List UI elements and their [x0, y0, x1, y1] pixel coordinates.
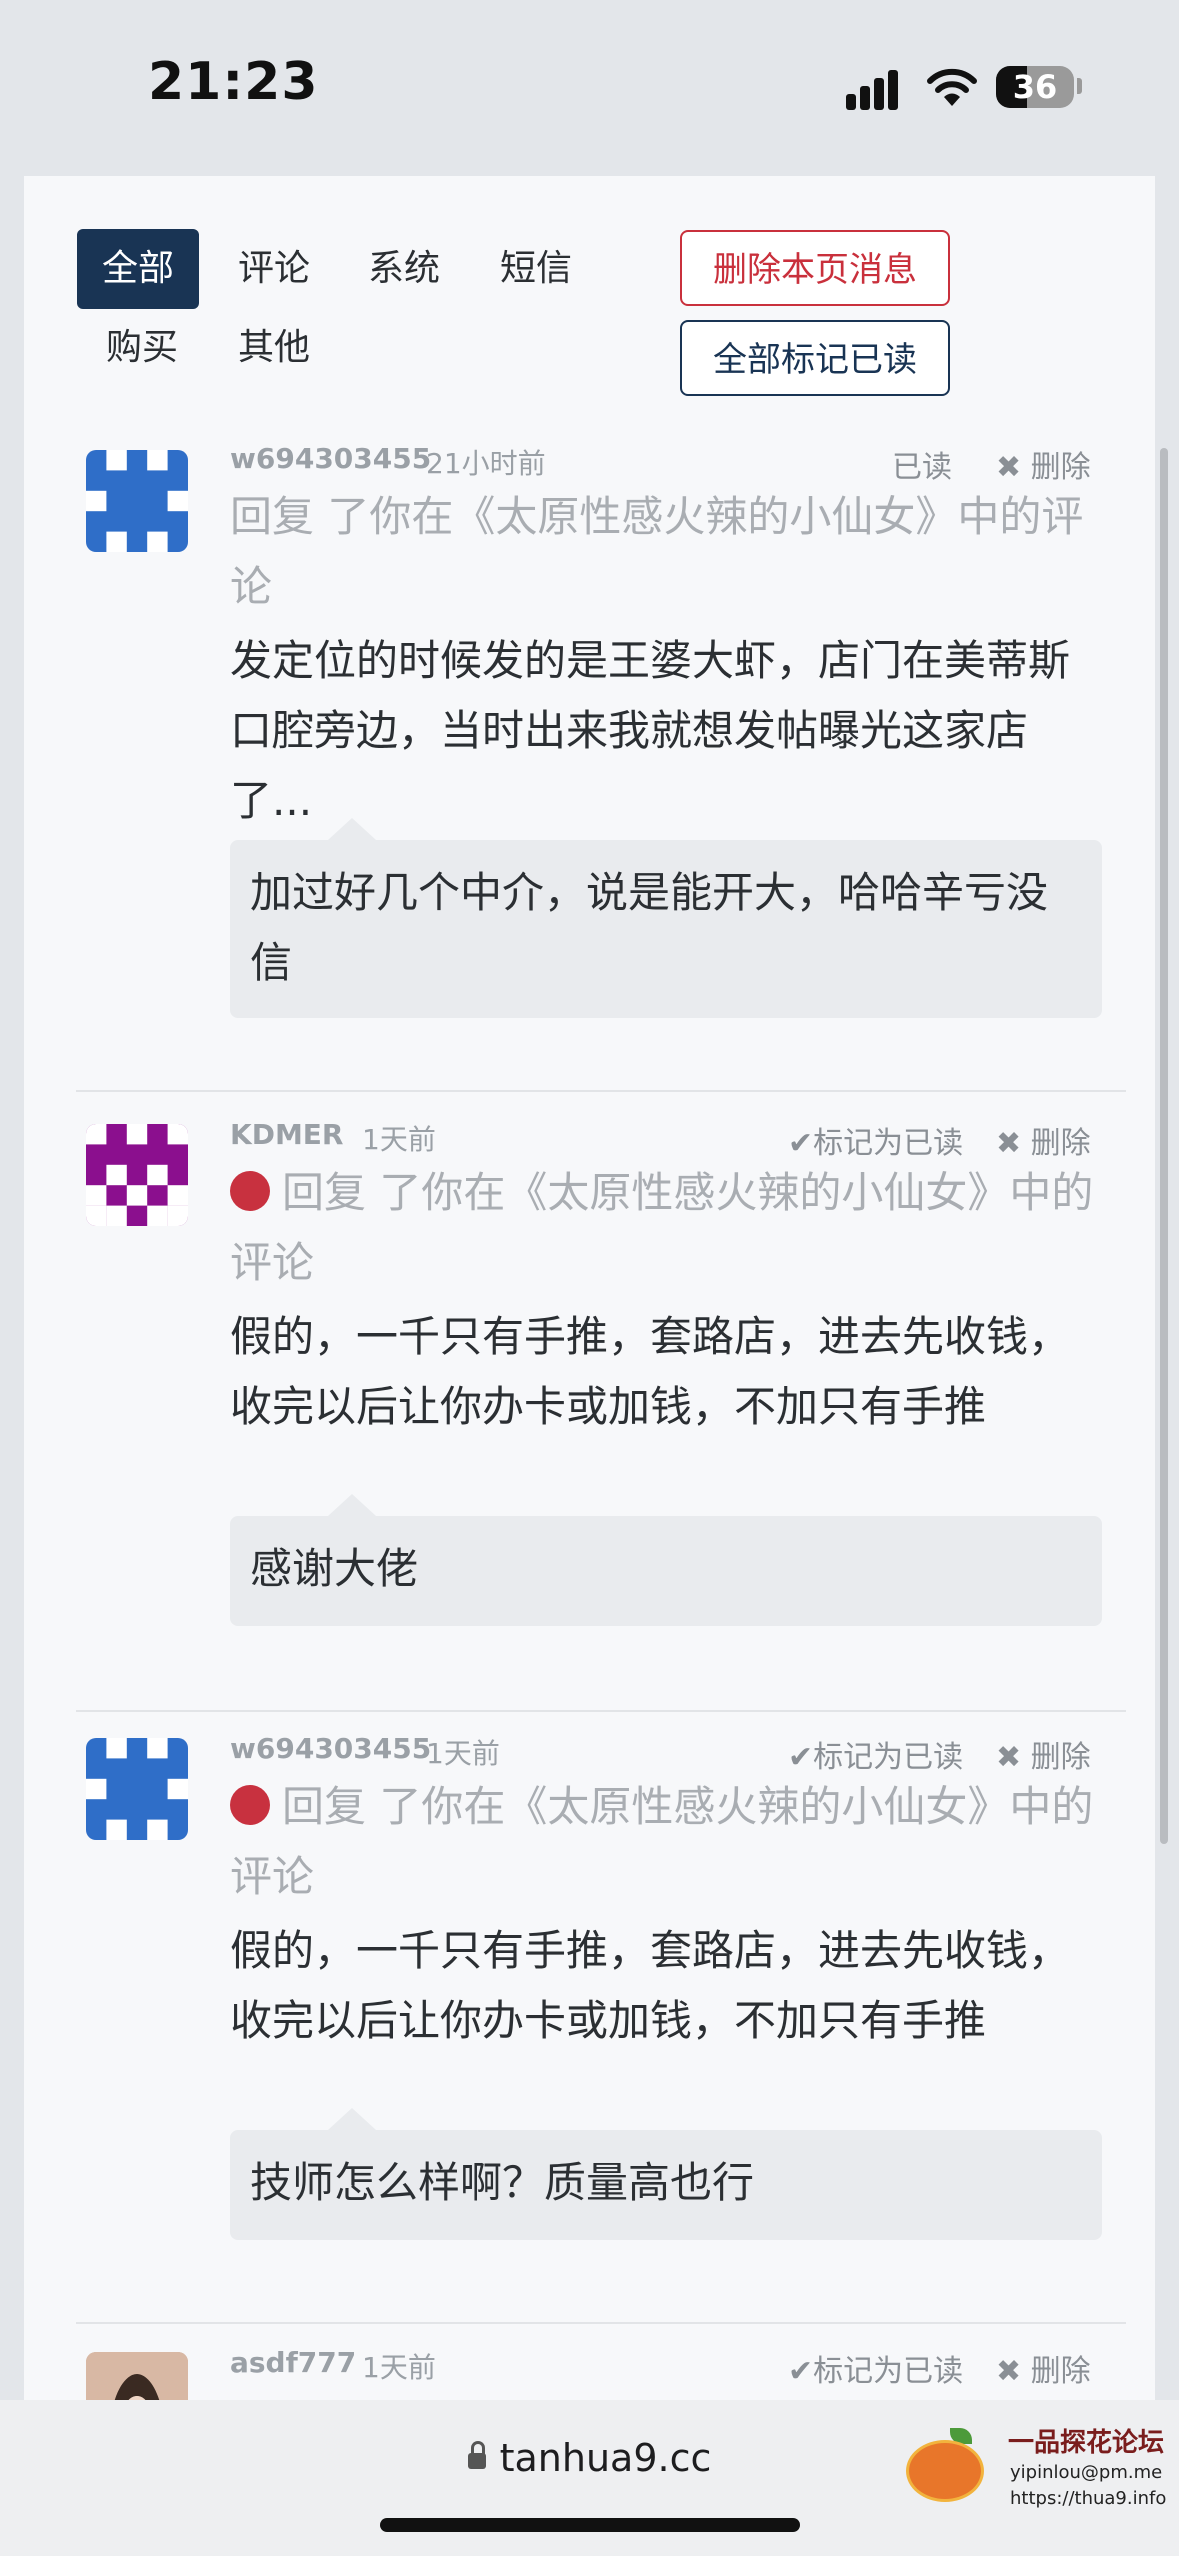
tab-comments[interactable]: 评论: [224, 229, 324, 309]
username[interactable]: w694303455: [230, 1732, 431, 1765]
mark-as-read-button[interactable]: ✔标记为已读: [788, 1118, 963, 1162]
username[interactable]: KDMER: [230, 1118, 344, 1151]
watermark-email: yipinlou@pm.me: [1010, 2462, 1163, 2483]
avatar[interactable]: [86, 1124, 188, 1226]
identicon-icon: [86, 1124, 188, 1226]
username[interactable]: asdf777: [230, 2346, 356, 2379]
identicon-icon: [86, 1738, 188, 1840]
delete-button[interactable]: ✖ 删除: [996, 1118, 1091, 1162]
message-title[interactable]: 回复 了你在《太原性感火辣的小仙女》中的评论: [230, 1772, 1110, 1912]
message-item: w694303455 1天前 ✔标记为已读 ✖ 删除 回复 了你在《太原性感火辣…: [76, 1712, 1126, 2324]
scrollbar[interactable]: [1160, 448, 1168, 1844]
message-time: 1天前: [362, 2351, 436, 2384]
status-time: 21:23: [148, 52, 319, 112]
cellular-signal-icon: [846, 66, 908, 110]
identicon-icon: [86, 450, 188, 552]
wifi-icon: [927, 68, 977, 106]
watermark-logo-icon: [906, 2440, 984, 2502]
battery-tip: [1077, 78, 1082, 94]
message-item: asdf777 1天前 ✔标记为已读 ✖ 删除: [76, 2324, 1126, 2400]
message-body: 假的，一千只有手推，套路店，进去先收钱，收完以后让你办卡或加钱，不加只有手推: [230, 1926, 1071, 2045]
unread-dot: [230, 1171, 270, 1211]
quoted-comment: 技师怎么样啊？质量高也行: [230, 2108, 1102, 2240]
battery-level: 36: [1012, 68, 1058, 106]
delete-button[interactable]: ✖ 删除: [996, 442, 1091, 486]
watermark-title: 一品探花论坛: [1008, 2428, 1165, 2458]
photo-avatar-icon: [86, 2352, 188, 2400]
message-time: 1天前: [426, 1737, 500, 1770]
avatar[interactable]: [86, 2352, 188, 2400]
username[interactable]: w694303455: [230, 442, 431, 475]
message-title[interactable]: 回复 了你在《太原性感火辣的小仙女》中的评论: [230, 1158, 1110, 1298]
mark-as-read-button[interactable]: ✔标记为已读: [788, 1732, 963, 1776]
mark-all-read-button[interactable]: 全部标记已读: [680, 320, 950, 396]
quoted-comment: 感谢大佬: [230, 1494, 1102, 1626]
status-bar: 21:23 36: [0, 0, 1179, 175]
avatar[interactable]: [86, 450, 188, 552]
message-title-text: 回复 了你在《太原性感火辣的小仙女》中的评论: [230, 1168, 1094, 1287]
tab-other[interactable]: 其他: [224, 308, 324, 388]
message-body: 假的，一千只有手推，套路店，进去先收钱，收完以后让你办卡或加钱，不加只有手推: [230, 1312, 1071, 1431]
watermark-link: https://thua9.info: [1010, 2488, 1167, 2509]
home-indicator[interactable]: [380, 2518, 800, 2532]
message-title-text: 回复 了你在《太原性感火辣的小仙女》中的评论: [230, 1782, 1094, 1901]
delete-button[interactable]: ✖ 删除: [996, 1732, 1091, 1776]
messages-card: 全部 评论 系统 短信 购买 其他 删除本页消息 全部标记已读 w6943034…: [24, 176, 1155, 2400]
avatar[interactable]: [86, 1738, 188, 1840]
read-status: 已读: [892, 450, 952, 485]
message-body: 发定位的时候发的是王婆大虾，店门在美蒂斯口腔旁边，当时出来我就想发帖曝光这家店了…: [230, 636, 1071, 825]
tab-system[interactable]: 系统: [354, 229, 454, 309]
browser-bottom-bar: tanhua9.cc 一品探花论坛 yipinlou@pm.me https:/…: [0, 2400, 1179, 2556]
message-time: 1天前: [362, 1123, 436, 1156]
message-item: w694303455 21小时前 已读 ✖ 删除 回复 了你在《太原性感火辣的小…: [76, 420, 1126, 1092]
address-bar[interactable]: tanhua9.cc: [0, 2436, 1179, 2480]
battery-icon: 36: [996, 66, 1074, 108]
url-text: tanhua9.cc: [499, 2436, 712, 2480]
message-time: 21小时前: [426, 447, 546, 480]
tab-sms[interactable]: 短信: [486, 229, 586, 309]
unread-dot: [230, 1785, 270, 1825]
quoted-comment: 加过好几个中介，说是能开大，哈哈辛亏没信: [230, 818, 1102, 1018]
delete-page-messages-button[interactable]: 删除本页消息: [680, 230, 950, 306]
lock-icon: [467, 2441, 486, 2469]
message-title-text: 回复 了你在《太原性感火辣的小仙女》中的评论: [230, 492, 1084, 611]
tab-purchase[interactable]: 购买: [92, 308, 192, 388]
message-title[interactable]: 回复 了你在《太原性感火辣的小仙女》中的评论: [230, 482, 1110, 622]
delete-button[interactable]: ✖ 删除: [996, 2346, 1091, 2390]
message-item: KDMER 1天前 ✔标记为已读 ✖ 删除 回复 了你在《太原性感火辣的小仙女》…: [76, 1092, 1126, 1712]
tab-all[interactable]: 全部: [77, 229, 199, 309]
mark-as-read-button[interactable]: ✔标记为已读: [788, 2346, 963, 2390]
